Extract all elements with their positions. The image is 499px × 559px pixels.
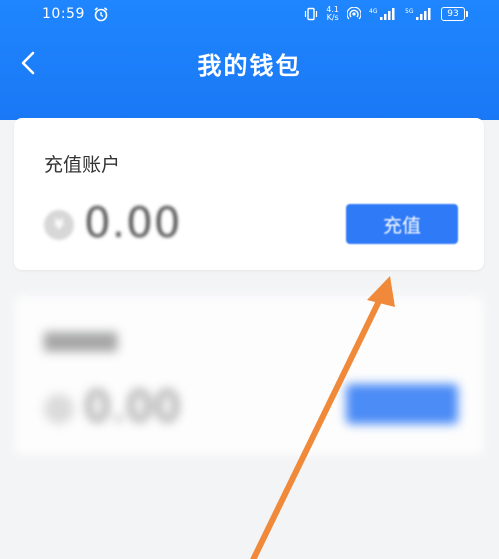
status-bar: 10:59 4.1 K/s 4G 5G 93 <box>0 0 499 28</box>
status-icons: 4.1 K/s 4G 5G 93 <box>304 5 468 23</box>
vibrate-icon <box>305 7 318 21</box>
status-time: 10:59 <box>42 6 85 22</box>
second-action-button[interactable] <box>346 384 458 424</box>
alarm-clock-icon <box>94 7 108 22</box>
page-title: 我的钱包 <box>197 52 302 80</box>
second-coin-icon <box>44 394 74 424</box>
recharge-button[interactable]: 充值 <box>346 204 458 244</box>
signal-4g-icon: 4G <box>369 8 395 20</box>
account-label: 充值账户 <box>44 154 121 176</box>
second-account-label: ▇▇▇▇▇ <box>44 330 118 352</box>
account-balance: 0.00 <box>84 198 182 247</box>
hotspot-icon <box>347 7 361 20</box>
battery-icon: 93 <box>441 7 468 21</box>
app-header: 10:59 4.1 K/s 4G 5G 93 我的钱包 <box>0 0 499 120</box>
net-speed: 4.1 K/s <box>326 5 339 22</box>
second-account-balance: 0.00 <box>84 382 182 431</box>
svg-text:4G: 4G <box>369 8 378 15</box>
second-account-card: ▇▇▇▇▇ 0.00 <box>14 296 484 456</box>
yuan-coin-icon: ¥ <box>44 210 74 240</box>
signal-5g-icon: 5G <box>405 8 431 20</box>
recharge-account-card: 充值账户 ¥ 0.00 充值 <box>14 118 484 270</box>
svg-text:5G: 5G <box>405 8 414 15</box>
